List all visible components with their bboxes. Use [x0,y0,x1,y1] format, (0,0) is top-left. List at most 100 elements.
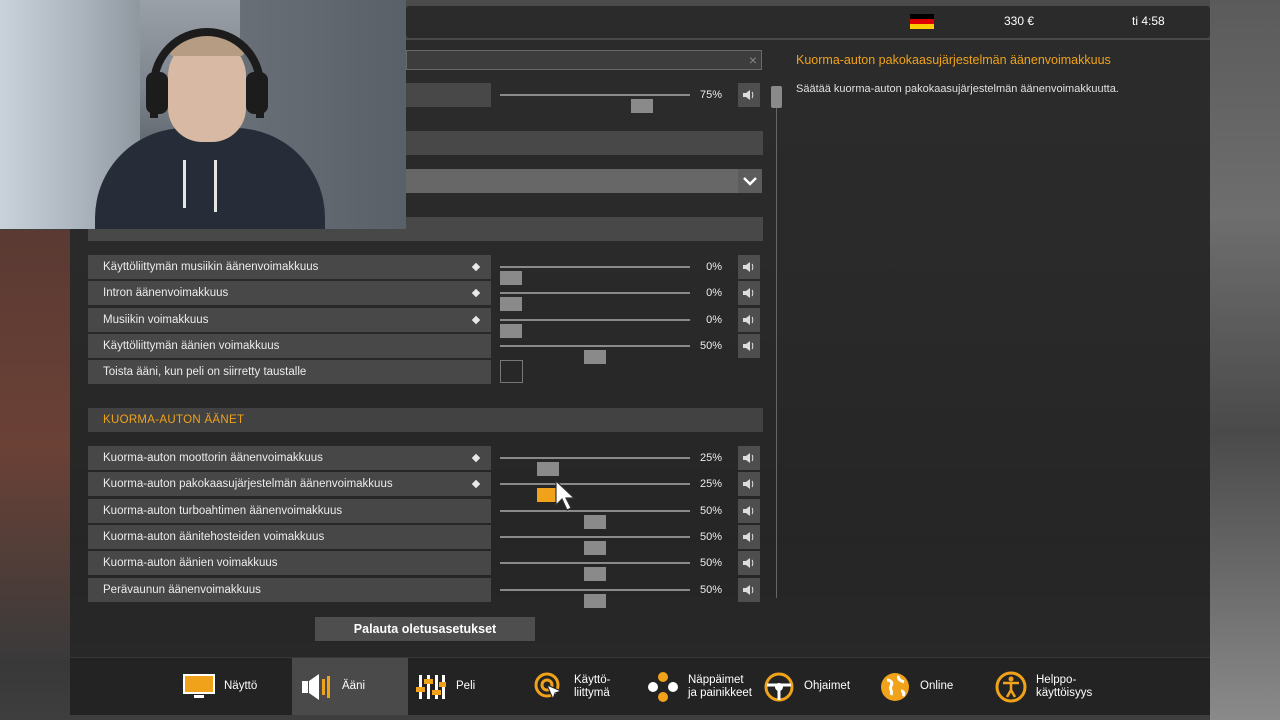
nav-item-controllers[interactable]: Ohjaimet [762,658,872,715]
setting-label: Kuorma-auton äänitehosteiden voimakkuus [88,524,491,549]
steering-wheel-icon [762,670,796,704]
accessibility-icon [994,670,1028,704]
setting-row: Kuorma-auton äänitehosteiden voimakkuus 5… [88,524,763,555]
top-status-bar: 330 € ti 4:58 [406,6,1210,38]
volume-slider[interactable] [500,292,690,312]
nav-label: Peli [456,680,476,692]
setting-label: Kuorma-auton turboahtimen äänenvoimakkuu… [88,498,491,523]
setting-label: Perävaunun äänenvoimakkuus [88,577,491,602]
speaker-icon[interactable] [738,551,760,576]
background-right-wall [1210,0,1280,720]
setting-row: Käyttöliittymän musiikin äänenvoimakkuus… [88,255,763,285]
nav-item-accessibility[interactable]: Helppo- käyttöisyys [994,658,1124,715]
speaker-icon[interactable] [738,446,760,470]
cursor-target-icon [532,670,566,704]
reset-defaults-button[interactable]: Palauta oletusasetukset [315,617,535,641]
slider-value: 50% [699,583,722,596]
speaker-icon[interactable] [738,307,760,332]
background-left-wall [0,230,70,660]
volume-slider[interactable] [500,318,690,338]
setting-label: Intron äänenvoimakkuus [88,281,491,306]
slider-value: 50% [699,530,722,543]
setting-row: Intron äänenvoimakkuus 0% [88,281,763,312]
nav-label: Näppäimet ja painikkeet [688,673,752,699]
speaker-icon[interactable] [738,498,760,523]
speaker-icon[interactable] [738,281,760,306]
slider-value: 50% [699,339,722,352]
nav-label: Näyttö [224,680,258,692]
slider-track[interactable] [500,94,690,113]
scrollbar-thumb[interactable] [771,86,782,108]
audio-device-dropdown[interactable] [406,169,762,193]
setting-label: Musiikin voimakkuus [88,307,491,332]
slider-value: 25% [699,478,722,491]
volume-slider[interactable] [500,535,690,555]
volume-slider[interactable] [500,457,690,476]
volume-slider[interactable] [500,562,690,582]
section-header-truck-sounds: KUORMA-AUTON ÄÄNET [88,408,763,432]
setting-row: Kuorma-auton moottorin äänenvoimakkuus 25… [88,446,763,476]
slider-value: 0% [706,261,722,273]
money-display: 330 € [1004,14,1035,28]
bottom-navigation: Näyttö Ääni Peli Käyttö- liittymä Näppäi… [70,658,1210,715]
speaker-icon [300,670,334,704]
speaker-icon[interactable] [738,577,760,602]
slider-thumb[interactable] [584,593,606,608]
volume-slider[interactable] [500,344,690,364]
setting-label: Kuorma-auton moottorin äänenvoimakkuus [88,446,491,470]
clear-icon[interactable]: × [749,51,757,69]
setting-label: Käyttöliittymän äänien voimakkuus [88,333,491,358]
speaker-icon[interactable] [738,472,760,497]
slider-value: 0% [706,313,722,326]
nav-item-display[interactable]: Näyttö [182,658,292,715]
description-text: Säätää kuorma-auton pakokaasujärjestelmä… [796,83,1119,95]
speaker-icon[interactable] [738,83,760,107]
monitor-icon [182,670,216,704]
setting-label: Käyttöliittymän musiikin äänenvoimakkuus [88,255,491,279]
chevron-down-icon[interactable] [738,169,762,193]
slider-value: 0% [706,287,722,300]
play-in-background-checkbox[interactable] [500,360,523,383]
webcam-overlay [0,0,406,229]
game-clock: ti 4:58 [1132,14,1165,28]
slider-value: 25% [699,452,722,464]
volume-slider[interactable] [500,266,690,285]
globe-icon [878,670,912,704]
volume-slider[interactable] [500,483,690,503]
nav-label: Käyttö- liittymä [574,673,611,699]
gamepad-buttons-icon [646,670,680,704]
nav-item-online[interactable]: Online [878,658,988,715]
nav-item-keys-buttons[interactable]: Näppäimet ja painikkeet [646,658,766,715]
slider-value: 50% [699,504,722,517]
nav-label: Ääni [342,680,366,692]
setting-row: Kuorma-auton pakokaasujärjestelmän äänen… [88,472,763,503]
setting-row: Musiikin voimakkuus 0% [88,307,763,338]
description-title: Kuorma-auton pakokaasujärjestelmän äänen… [796,53,1111,67]
speaker-icon[interactable] [738,524,760,549]
setting-label: Kuorma-auton äänien voimakkuus [88,551,491,576]
speaker-icon[interactable] [738,255,760,279]
slider-thumb[interactable] [631,99,653,113]
setting-row: Käyttöliittymän äänien voimakkuus 50% [88,333,763,364]
speaker-icon[interactable] [738,333,760,358]
volume-slider[interactable] [500,509,690,529]
scrollbar-track[interactable] [776,86,777,598]
setting-row: Kuorma-auton turboahtimen äänenvoimakkuu… [88,498,763,529]
checkbox-row: Toista ääni, kun peli on siirretty taust… [88,360,763,384]
nav-item-sound[interactable]: Ääni [292,658,408,715]
nav-label: Ohjaimet [804,680,851,692]
setting-row: Perävaunun äänenvoimakkuus 50% [88,577,763,608]
setting-row: Kuorma-auton äänien voimakkuus 50% [88,551,763,582]
nav-label: Helppo- käyttöisyys [1036,673,1093,699]
nav-item-game[interactable]: Peli [414,658,524,715]
slider-value: 50% [699,557,722,570]
sliders-icon [414,670,448,704]
volume-slider[interactable] [500,588,690,608]
setting-label: Kuorma-auton pakokaasujärjestelmän äänen… [88,472,491,497]
nav-item-interface[interactable]: Käyttö- liittymä [532,658,642,715]
mouse-cursor-icon [555,479,576,517]
slider-value: 75% [699,89,722,101]
search-input[interactable]: × [406,50,762,70]
setting-label: Toista ääni, kun peli on siirretty taust… [88,360,491,384]
nav-label: Online [920,680,954,692]
